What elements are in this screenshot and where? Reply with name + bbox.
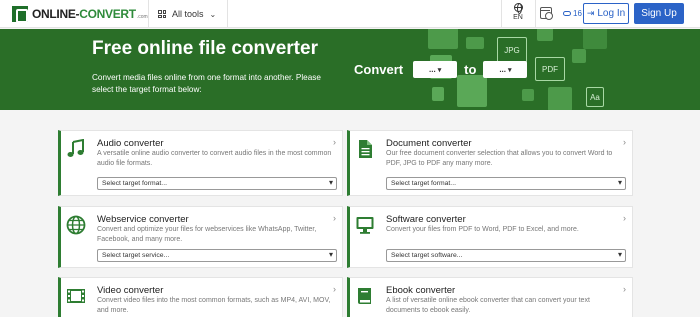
top-header: ONLINE-CONVERT .com All tools ⌄ EN 16 ⇥ … — [0, 0, 700, 28]
card-title: Video converter — [97, 285, 164, 296]
card-description: Convert video files into the most common… — [97, 297, 331, 314]
audio-converter-card[interactable]: Audio converter A versatile online audio… — [58, 130, 343, 196]
book-icon — [358, 288, 371, 304]
login-button[interactable]: ⇥ Log In — [583, 3, 629, 24]
document-converter-card[interactable]: Document converter Our free document con… — [347, 130, 633, 196]
card-description: Convert and optimize your files for webs… — [97, 226, 317, 243]
card-description: Convert your files from PDF to Word, PDF… — [386, 226, 579, 233]
music-note-icon — [67, 139, 84, 157]
file-deco — [457, 75, 487, 107]
grid-icon — [158, 10, 166, 18]
globe-icon — [66, 215, 86, 235]
hero-banner: JPG PDF Aa Free online file converter Co… — [0, 29, 700, 110]
image-deco — [537, 29, 553, 41]
globe-icon — [513, 3, 523, 14]
jpg-deco: JPG — [497, 37, 527, 63]
header-divider — [501, 0, 502, 28]
document-target-format-select[interactable]: Select target format... — [386, 177, 626, 190]
software-converter-card[interactable]: Software converter Convert your files fr… — [347, 206, 633, 268]
clock-icon — [545, 12, 553, 20]
to-label: to — [464, 62, 477, 77]
quick-convert: Convert ... ▾ to ... ▾ — [354, 61, 528, 78]
all-tools-menu[interactable]: All tools ⌄ — [158, 0, 216, 28]
header-divider — [227, 0, 228, 28]
card-title: Audio converter — [97, 138, 164, 149]
card-title: Webservice converter — [97, 214, 189, 225]
card-title: Document converter — [386, 138, 472, 149]
software-target-select[interactable]: Select target software... — [386, 249, 626, 262]
all-tools-label: All tools — [172, 9, 204, 19]
font-deco: Aa — [586, 87, 604, 107]
card-description: A versatile online audio converter to co… — [97, 150, 332, 167]
video-converter-card[interactable]: Video converter Convert video files into… — [58, 277, 343, 317]
webservice-converter-card[interactable]: Webservice converter Convert and optimiz… — [58, 206, 343, 268]
history-button[interactable] — [540, 5, 554, 21]
language-label: EN — [513, 14, 523, 21]
chevron-right-icon: › — [623, 213, 626, 223]
webservice-target-select[interactable]: Select target service... — [97, 249, 337, 262]
source-format-select[interactable]: ... ▾ — [413, 61, 458, 78]
chevron-right-icon: › — [333, 137, 336, 147]
language-selector[interactable]: EN — [504, 3, 532, 25]
file-deco — [522, 89, 534, 101]
ebook-converter-card[interactable]: Ebook converter A list of versatile onli… — [347, 277, 633, 317]
credits-icon — [563, 11, 571, 16]
logo-icon — [12, 6, 28, 23]
file-deco — [548, 87, 572, 110]
document-icon — [359, 140, 372, 158]
chevron-right-icon: › — [333, 284, 336, 294]
credits-counter[interactable]: 16 — [563, 9, 582, 18]
chart-deco — [583, 29, 607, 49]
logo-tld: .com — [136, 14, 148, 20]
convert-label: Convert — [354, 62, 404, 77]
card-description: A list of versatile online ebook convert… — [386, 297, 590, 314]
card-description: Our free document converter selection th… — [386, 150, 613, 167]
signup-button[interactable]: Sign Up — [634, 3, 684, 24]
page-title: Free online file converter — [92, 38, 318, 59]
logo-text: ONLINE-CONVERT — [32, 7, 136, 21]
card-title: Ebook converter — [386, 285, 456, 296]
chevron-right-icon: › — [623, 284, 626, 294]
file-deco — [432, 87, 444, 101]
login-label: Log In — [597, 8, 626, 19]
chevron-down-icon: ⌄ — [209, 9, 217, 19]
pdf-deco: PDF — [535, 57, 565, 81]
chevron-right-icon: › — [333, 213, 336, 223]
file-deco — [466, 37, 484, 49]
login-icon: ⇥ — [586, 8, 595, 18]
header-divider — [535, 0, 536, 28]
hero-subtitle: Convert media files online from one form… — [92, 73, 321, 94]
envelope-deco — [428, 29, 458, 49]
audio-target-format-select[interactable]: Select target format... — [97, 177, 337, 190]
chevron-right-icon: › — [623, 137, 626, 147]
site-logo[interactable]: ONLINE-CONVERT .com — [12, 6, 148, 23]
file-deco — [572, 49, 586, 63]
target-format-select[interactable]: ... ▾ — [483, 61, 528, 78]
film-icon — [67, 289, 85, 303]
monitor-icon — [356, 217, 374, 234]
card-title: Software converter — [386, 214, 466, 225]
credits-value: 16 — [573, 9, 582, 18]
header-divider — [148, 0, 149, 28]
